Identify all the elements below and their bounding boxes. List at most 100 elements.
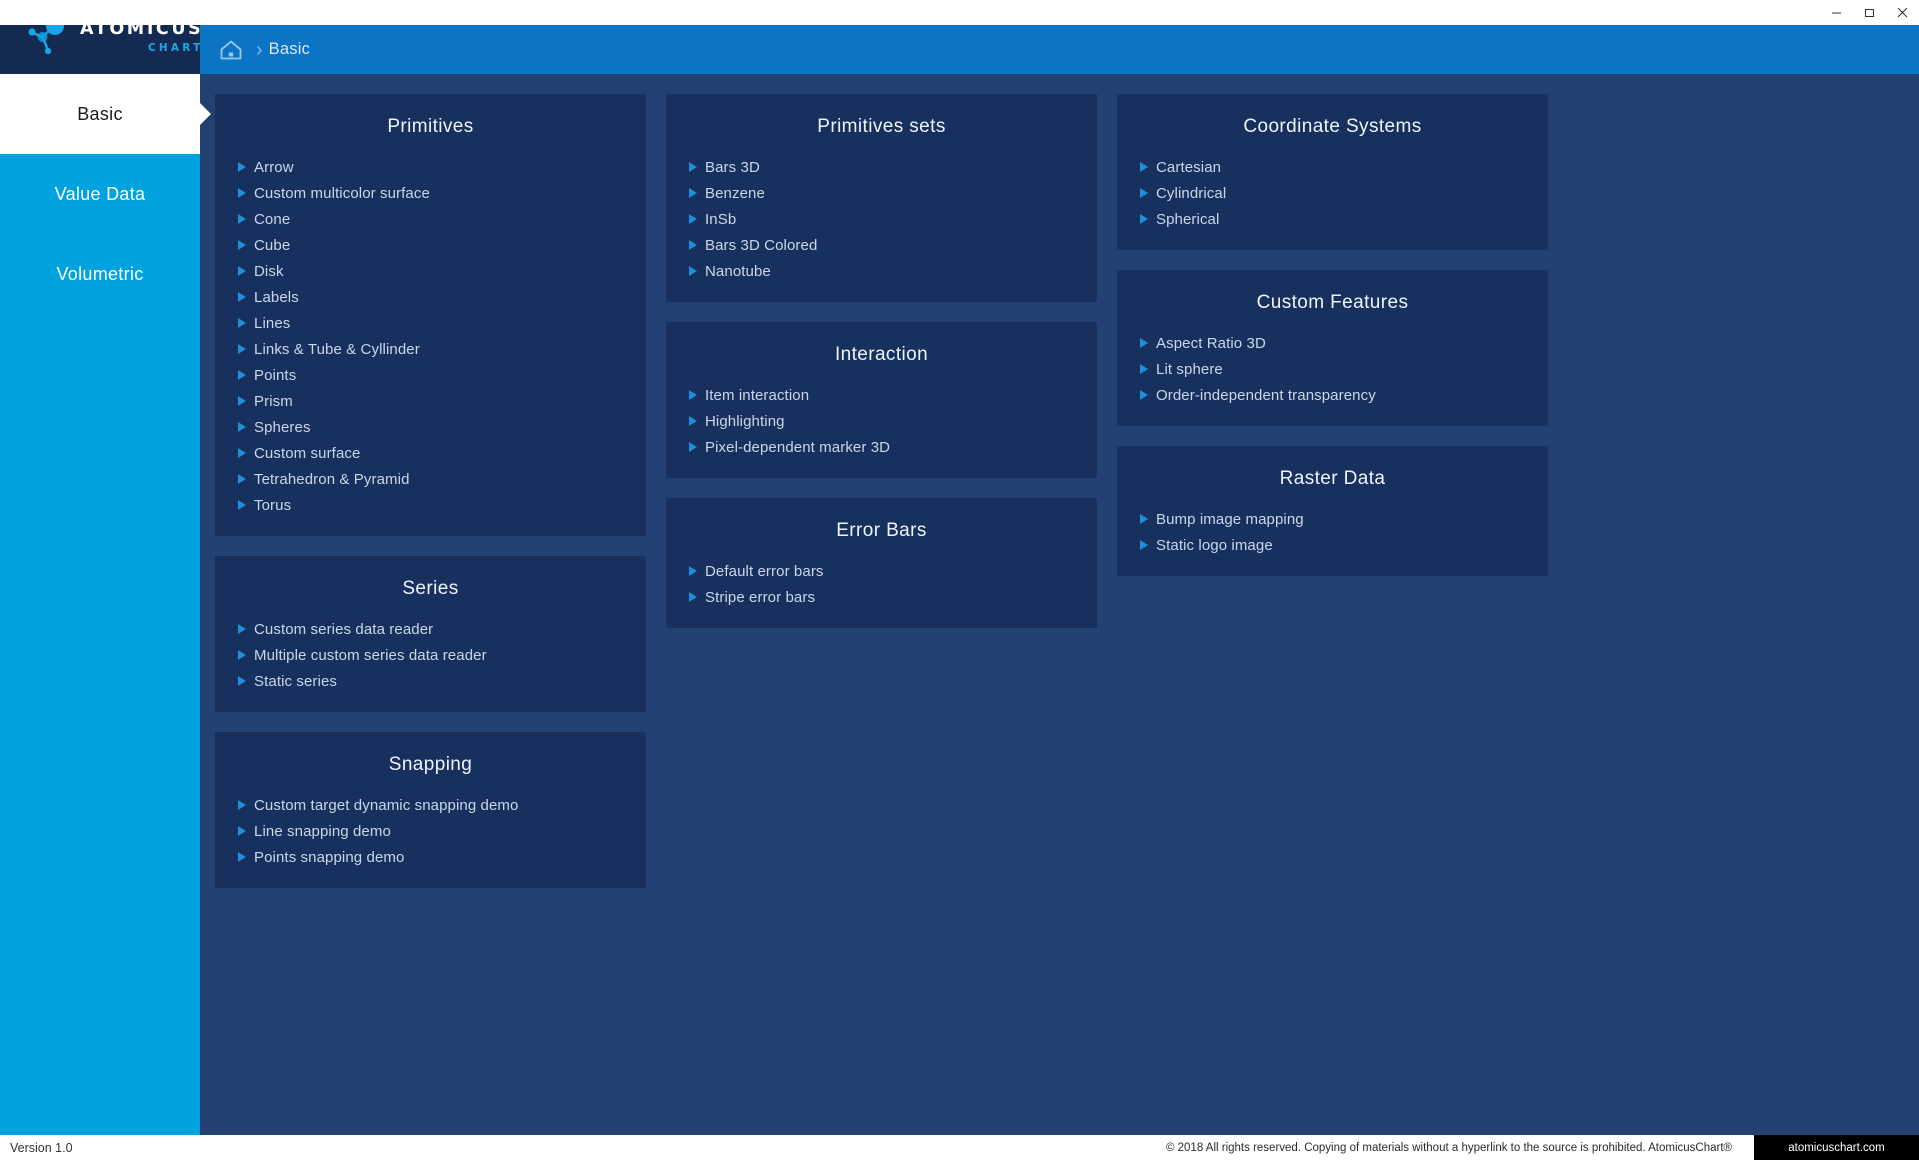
maximize-button[interactable] (1853, 0, 1886, 25)
triangle-right-icon (238, 826, 246, 836)
triangle-right-icon (1140, 188, 1148, 198)
list-item-label: Custom surface (254, 445, 360, 462)
sidebar-item-label: Basic (77, 104, 123, 125)
copyright-text: © 2018 All rights reserved. Copying of m… (1166, 1142, 1754, 1154)
triangle-right-icon (238, 800, 246, 810)
triangle-right-icon (689, 416, 697, 426)
list-item[interactable]: Cartesian (1117, 154, 1548, 180)
list-item[interactable]: Line snapping demo (215, 818, 646, 844)
list-item[interactable]: Lines (215, 310, 646, 336)
list-item[interactable]: Custom multicolor surface (215, 180, 646, 206)
triangle-right-icon (238, 396, 246, 406)
triangle-right-icon (1140, 390, 1148, 400)
sidebar-item-volumetric[interactable]: Volumetric (0, 234, 200, 314)
list-item[interactable]: Custom target dynamic snapping demo (215, 792, 646, 818)
home-icon[interactable] (218, 37, 244, 63)
list-item[interactable]: Item interaction (666, 382, 1097, 408)
list-item[interactable]: Cylindrical (1117, 180, 1548, 206)
list-item-label: Prism (254, 393, 293, 410)
list-item[interactable]: Points snapping demo (215, 844, 646, 870)
card-series: Series Custom series data reader Multipl… (215, 556, 646, 712)
list-item[interactable]: Links & Tube & Cyllinder (215, 336, 646, 362)
card-custom-features: Custom Features Aspect Ratio 3D Lit sphe… (1117, 270, 1548, 426)
list-item-label: Cone (254, 211, 290, 228)
list-item[interactable]: Default error bars (666, 558, 1097, 584)
list-item[interactable]: Lit sphere (1117, 356, 1548, 382)
list-item-label: Points (254, 367, 296, 384)
list-item[interactable]: Bars 3D Colored (666, 232, 1097, 258)
list-item[interactable]: Pixel-dependent marker 3D (666, 434, 1097, 460)
list-item[interactable]: Nanotube (666, 258, 1097, 284)
list-item[interactable]: Bars 3D (666, 154, 1097, 180)
breadcrumb-current[interactable]: Basic (269, 40, 310, 59)
minimize-icon (1831, 7, 1842, 18)
list-item-label: Bars 3D (705, 159, 760, 176)
list-item-label: Links & Tube & Cyllinder (254, 341, 420, 358)
list-item[interactable]: Cube (215, 232, 646, 258)
list-item-label: Bars 3D Colored (705, 237, 817, 254)
list-item[interactable]: Order-independent transparency (1117, 382, 1548, 408)
triangle-right-icon (689, 162, 697, 172)
list-item-label: Cube (254, 237, 290, 254)
triangle-right-icon (238, 292, 246, 302)
card-raster-data: Raster Data Bump image mapping Static lo… (1117, 446, 1548, 576)
list-item[interactable]: Static logo image (1117, 532, 1548, 558)
card-title: Error Bars (666, 518, 1097, 558)
list-item-label: Points snapping demo (254, 849, 404, 866)
list-item[interactable]: Highlighting (666, 408, 1097, 434)
triangle-right-icon (238, 448, 246, 458)
minimize-button[interactable] (1820, 0, 1853, 25)
triangle-right-icon (238, 852, 246, 862)
triangle-right-icon (238, 318, 246, 328)
list-item[interactable]: Static series (215, 668, 646, 694)
list-item[interactable]: Labels (215, 284, 646, 310)
list-item-label: Pixel-dependent marker 3D (705, 439, 890, 456)
website-link[interactable]: atomicuschart.com (1754, 1135, 1919, 1160)
card-title: Raster Data (1117, 466, 1548, 506)
close-button[interactable] (1886, 0, 1919, 25)
list-item[interactable]: Benzene (666, 180, 1097, 206)
list-item[interactable]: Torus (215, 492, 646, 518)
triangle-right-icon (689, 390, 697, 400)
list-item[interactable]: Bump image mapping (1117, 506, 1548, 532)
triangle-right-icon (238, 162, 246, 172)
list-item[interactable]: Spherical (1117, 206, 1548, 232)
list-item[interactable]: Spheres (215, 414, 646, 440)
list-item-label: Lit sphere (1156, 361, 1223, 378)
sidebar-item-value-data[interactable]: Value Data (0, 154, 200, 234)
list-item-label: Highlighting (705, 413, 785, 430)
triangle-right-icon (238, 624, 246, 634)
triangle-right-icon (238, 422, 246, 432)
list-item[interactable]: InSb (666, 206, 1097, 232)
triangle-right-icon (238, 500, 246, 510)
version-label: Version 1.0 (0, 1141, 73, 1155)
list-item-label: Nanotube (705, 263, 771, 280)
list-item[interactable]: Stripe error bars (666, 584, 1097, 610)
list-item[interactable]: Tetrahedron & Pyramid (215, 466, 646, 492)
list-item[interactable]: Arrow (215, 154, 646, 180)
sidebar-nav: Basic Value Data Volumetric (0, 74, 200, 314)
triangle-right-icon (689, 188, 697, 198)
list-item[interactable]: Multiple custom series data reader (215, 642, 646, 668)
card-title: Series (215, 576, 646, 616)
list-item[interactable]: Prism (215, 388, 646, 414)
triangle-right-icon (689, 240, 697, 250)
list-item-label: Item interaction (705, 387, 809, 404)
list-item[interactable]: Points (215, 362, 646, 388)
triangle-right-icon (1140, 540, 1148, 550)
sidebar-item-basic[interactable]: Basic (0, 74, 200, 154)
list-item[interactable]: Cone (215, 206, 646, 232)
list-item-label: Line snapping demo (254, 823, 391, 840)
list-item-label: Aspect Ratio 3D (1156, 335, 1266, 352)
list-item[interactable]: Custom surface (215, 440, 646, 466)
list-item-label: Spherical (1156, 211, 1219, 228)
list-item[interactable]: Custom series data reader (215, 616, 646, 642)
triangle-right-icon (1140, 338, 1148, 348)
triangle-right-icon (238, 474, 246, 484)
list-item[interactable]: Aspect Ratio 3D (1117, 330, 1548, 356)
card-title: Primitives (215, 114, 646, 154)
card-title: Interaction (666, 342, 1097, 382)
list-item-label: Order-independent transparency (1156, 387, 1376, 404)
list-item[interactable]: Disk (215, 258, 646, 284)
column-2: Primitives sets Bars 3D Benzene InSb Bar… (666, 94, 1097, 628)
